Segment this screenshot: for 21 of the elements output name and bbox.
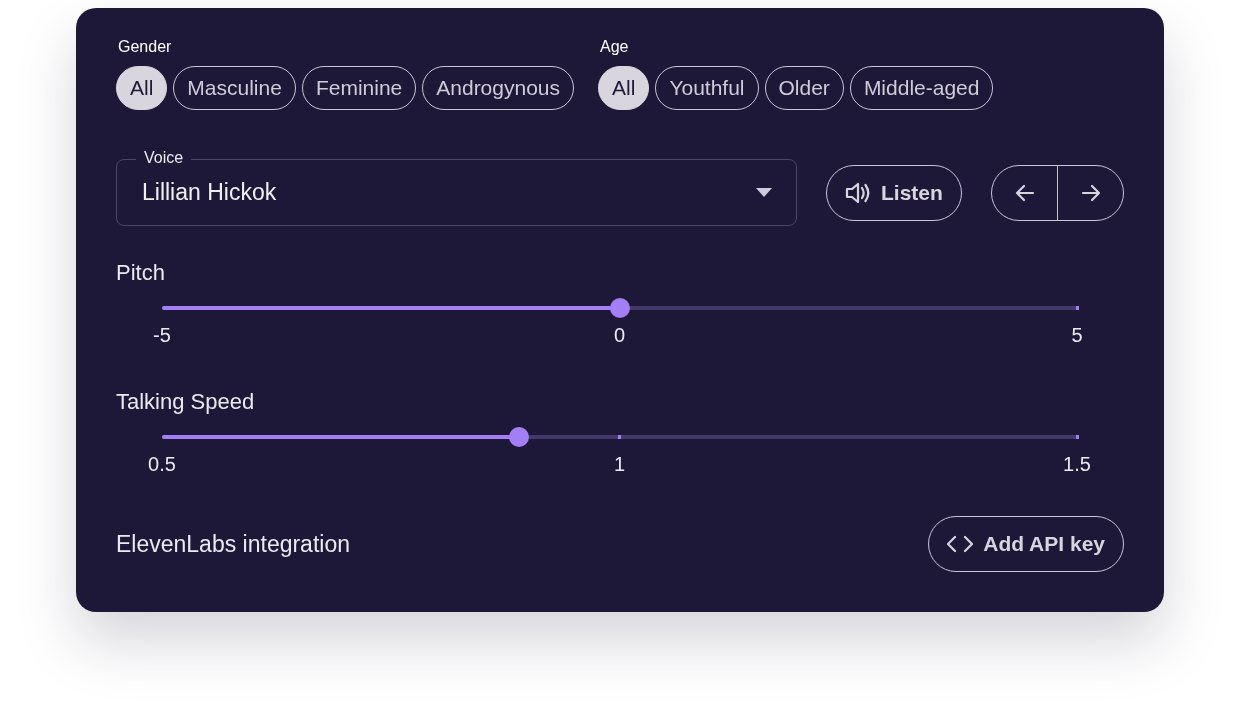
field-value: Lillian Hickok xyxy=(142,179,277,206)
tick-label: -5 xyxy=(153,324,171,347)
speaker-icon xyxy=(845,180,871,205)
slider-thumb[interactable] xyxy=(609,298,630,318)
tick-label: 0 xyxy=(613,324,626,347)
slider-track[interactable] xyxy=(162,427,1077,447)
filter-chip[interactable]: All xyxy=(598,66,650,110)
code-icon xyxy=(947,535,974,553)
filter-label: Age xyxy=(599,38,630,56)
slider-track[interactable] xyxy=(162,298,1077,318)
filter-chip[interactable]: All xyxy=(116,66,168,110)
slider-label: Pitch xyxy=(116,260,166,286)
filter-label: Gender xyxy=(117,38,173,56)
dropdown-caret-icon xyxy=(756,188,772,197)
slider-thumb[interactable] xyxy=(508,427,529,447)
tick-label: 1.5 xyxy=(1063,453,1091,476)
tick-label: 0.5 xyxy=(148,453,176,476)
tick-label: 5 xyxy=(1071,324,1083,347)
tick-label: 1 xyxy=(613,453,626,476)
integration-label: ElevenLabs integration xyxy=(116,530,350,558)
slider-label: Talking Speed xyxy=(116,389,256,415)
